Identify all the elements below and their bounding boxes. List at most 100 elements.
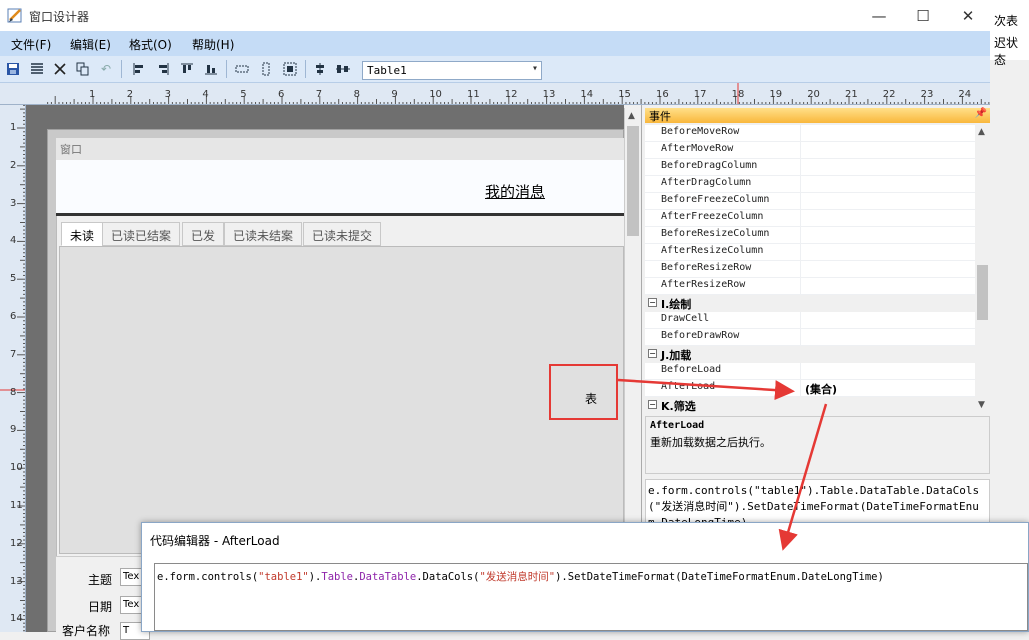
properties-icon[interactable] [29, 61, 45, 77]
column-divider [800, 159, 801, 176]
close-button[interactable]: ✕ [945, 0, 991, 31]
align-right-icon[interactable] [155, 61, 171, 77]
menu-format[interactable]: 格式(O) [129, 36, 172, 53]
ruler-number: 2 [126, 89, 134, 100]
page-title[interactable]: 我的消息 [485, 181, 545, 202]
ruler-number: 7 [315, 89, 323, 100]
menu-help[interactable]: 帮助(H) [192, 36, 234, 53]
property-grid: BeforeMoveRow AfterMoveRow BeforeDragColum… [645, 125, 975, 413]
tab-read-unsubmitted[interactable]: 已读未提交 [303, 222, 382, 246]
ruler-number: 23 [920, 89, 934, 100]
ruler-number: 18 [731, 89, 745, 100]
property-row[interactable]: BeforeLoad [645, 363, 975, 380]
ruler-ticks [47, 83, 990, 104]
undo-icon[interactable]: ↶ [98, 61, 114, 77]
scroll-down-icon[interactable]: ▼ [978, 400, 985, 410]
collapse-icon[interactable]: − [648, 400, 657, 409]
align-left-icon[interactable] [131, 61, 147, 77]
property-category[interactable]: − K.筛选 [645, 397, 975, 413]
scroll-thumb[interactable] [977, 265, 988, 320]
column-divider [800, 125, 801, 142]
column-divider [800, 227, 801, 244]
ruler-number: 1 [10, 122, 17, 133]
align-top-icon[interactable] [179, 61, 195, 77]
property-row[interactable]: AfterResizeRow [645, 278, 975, 295]
property-row[interactable]: DrawCell [645, 312, 975, 329]
property-row[interactable]: AfterDragColumn [645, 176, 975, 193]
delete-icon[interactable] [52, 61, 68, 77]
tab-content-area[interactable] [59, 246, 624, 554]
property-name: AfterLoad [661, 381, 716, 392]
property-row[interactable]: AfterLoad (集合) [645, 380, 975, 397]
window-title: 窗口设计器 [29, 10, 90, 24]
background-app-text: 次表 [994, 14, 1019, 28]
property-category[interactable]: − I.绘制 [645, 295, 975, 312]
same-size-icon[interactable] [282, 61, 298, 77]
date-label: 日期 [88, 600, 113, 614]
code-member: DataTable [359, 571, 417, 583]
menu-file[interactable]: 文件(F) [11, 36, 51, 53]
property-category-name: K.筛选 [661, 400, 696, 413]
copy-icon[interactable] [75, 61, 91, 77]
same-width-icon[interactable] [234, 61, 250, 77]
ruler-number: 14 [580, 89, 594, 100]
collapse-icon[interactable]: − [648, 349, 657, 358]
same-height-icon[interactable] [258, 61, 274, 77]
property-name: AfterDragColumn [661, 177, 752, 188]
scroll-up-icon[interactable]: ▲ [628, 111, 635, 121]
ruler-number: 3 [10, 197, 17, 209]
code-editor-textarea[interactable]: e.form.controls("table1").Table.DataTabl… [154, 563, 1028, 631]
minimize-button[interactable]: — [856, 0, 902, 31]
property-row[interactable]: AfterMoveRow [645, 142, 975, 159]
ruler-number: 4 [202, 89, 209, 100]
ruler-number: 6 [10, 311, 17, 322]
property-row[interactable]: AfterFreezeColumn [645, 210, 975, 227]
ruler-number: 8 [353, 89, 360, 100]
column-divider [800, 261, 801, 278]
scroll-thumb[interactable] [627, 126, 639, 236]
control-select[interactable]: Table1 ▾ [362, 61, 542, 80]
column-divider [800, 312, 801, 329]
ruler-number: 10 [10, 462, 23, 474]
collapse-icon[interactable]: − [648, 298, 657, 307]
pin-icon[interactable]: 📌 [975, 108, 987, 119]
column-divider [800, 193, 801, 210]
table-control-label[interactable]: 表 [585, 390, 597, 407]
property-row[interactable]: BeforeMoveRow [645, 125, 975, 142]
scroll-up-icon[interactable]: ▲ [978, 127, 985, 137]
property-name: BeforeDragColumn [661, 160, 758, 171]
menu-bar: 文件(F) 编辑(E) 格式(O) 帮助(H) [0, 31, 990, 56]
tab-sent[interactable]: 已发 [182, 222, 225, 246]
ruler-number: 5 [10, 273, 17, 285]
property-value[interactable]: (集合) [805, 381, 837, 397]
column-divider [800, 363, 801, 380]
tab-read-unclosed[interactable]: 已读未结案 [224, 222, 303, 246]
align-bottom-icon[interactable] [203, 61, 219, 77]
property-category[interactable]: − J.加载 [645, 346, 975, 363]
code-editor-window: 代码编辑器 - AfterLoad e.form.controls("table… [141, 522, 1029, 632]
code-preview[interactable]: e.form.controls("table1").Table.DataTabl… [645, 479, 990, 524]
property-row[interactable]: BeforeResizeColumn [645, 227, 975, 244]
ruler-number: 19 [769, 89, 783, 100]
background-app-text: 迟状态 [994, 36, 1019, 67]
save-icon[interactable] [5, 61, 21, 77]
menu-edit[interactable]: 编辑(E) [70, 36, 111, 53]
toolbar-separator [121, 60, 122, 78]
property-row[interactable]: BeforeResizeRow [645, 261, 975, 278]
property-row[interactable]: BeforeDragColumn [645, 159, 975, 176]
ruler-number: 16 [656, 89, 669, 100]
property-row[interactable]: BeforeDrawRow [645, 329, 975, 346]
column-divider [800, 380, 801, 397]
property-description: AfterLoad 重新加载数据之后执行。 [645, 416, 990, 474]
tab-unread[interactable]: 未读 [61, 222, 104, 246]
code-token: e.form.controls( [157, 571, 259, 583]
center-horizontal-icon[interactable] [335, 61, 351, 77]
ruler-number: 9 [10, 424, 17, 436]
center-vertical-icon[interactable] [312, 61, 328, 77]
property-row[interactable]: BeforeFreezeColumn [645, 193, 975, 210]
column-divider [800, 142, 801, 159]
properties-header-title: 事件 [649, 110, 671, 123]
tab-read-closed[interactable]: 已读已结案 [102, 222, 181, 246]
maximize-button[interactable]: ☐ [900, 0, 946, 31]
property-row[interactable]: AfterResizeColumn [645, 244, 975, 261]
